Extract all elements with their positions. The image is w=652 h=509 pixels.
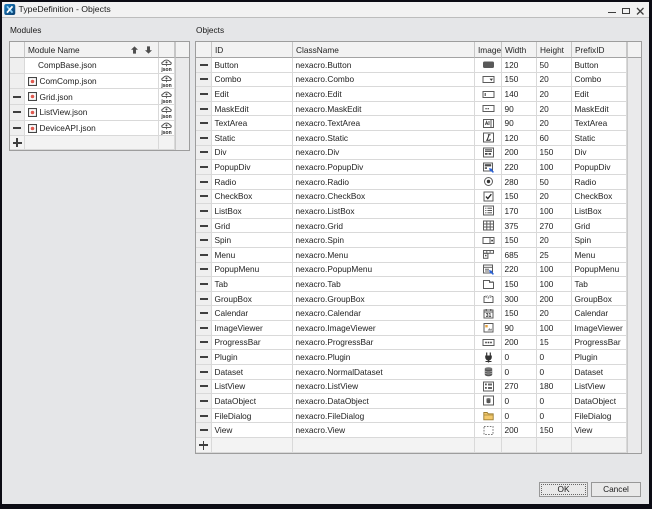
svg-text:json: json	[160, 130, 171, 135]
svg-text:json: json	[160, 83, 171, 88]
svg-text:31: 31	[485, 313, 491, 319]
svg-text:json: json	[160, 67, 171, 72]
svg-text:xyz: xyz	[485, 294, 491, 299]
svg-text:json: json	[160, 114, 171, 119]
svg-text:json: json	[160, 99, 171, 104]
